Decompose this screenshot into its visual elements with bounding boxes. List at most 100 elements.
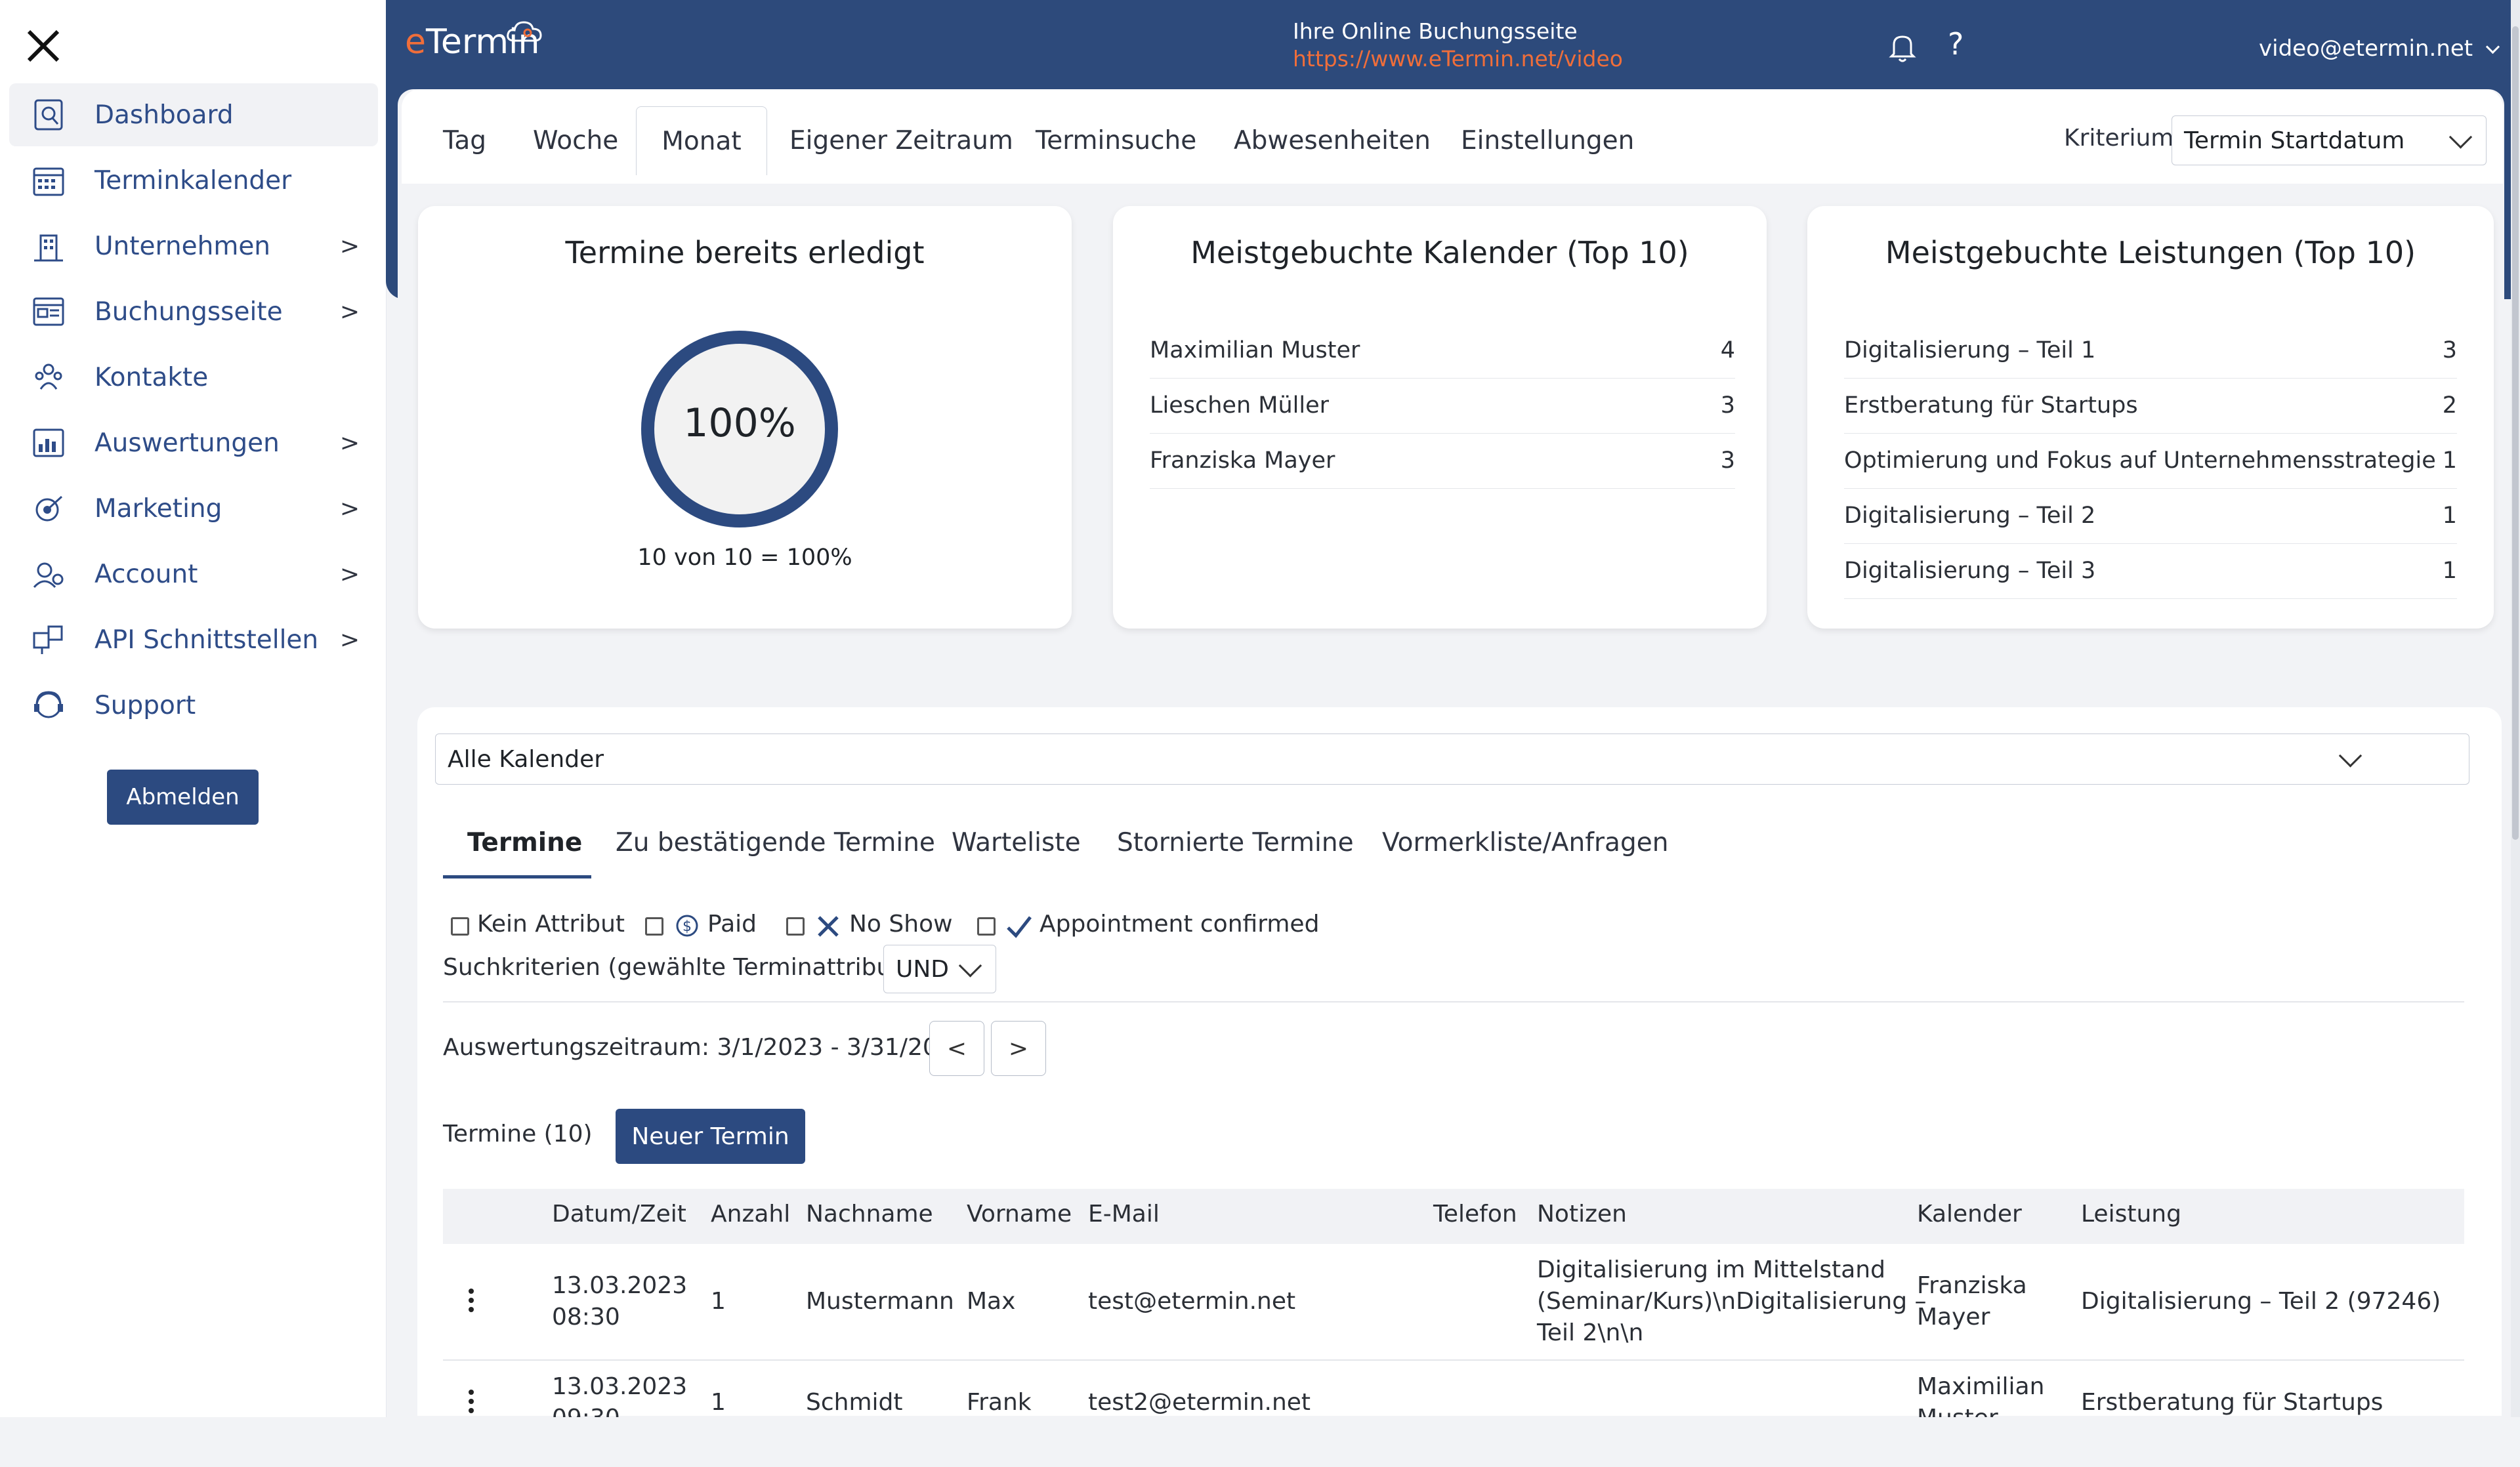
tab-warteliste[interactable]: Warteliste xyxy=(952,828,1081,857)
account-icon xyxy=(33,562,64,589)
brand-logo-e: e xyxy=(405,22,426,62)
tab-stornierte[interactable]: Stornierte Termine xyxy=(1117,828,1354,857)
col-datum[interactable]: Datum/Zeit xyxy=(552,1201,686,1228)
table-row[interactable]: 13.03.2023 09:30 1 Schmidt Frank test2@et… xyxy=(443,1361,2464,1417)
cell-lastname: Schmidt xyxy=(806,1389,903,1416)
sidebar-item-label: Kontakte xyxy=(94,362,209,392)
building-icon xyxy=(34,234,63,262)
list-item: Lieschen Müller 3 xyxy=(1150,378,1735,434)
item-name: Erstberatung für Startups xyxy=(1844,392,2138,419)
criteria-operator-value: UND xyxy=(896,955,949,983)
col-leistung[interactable]: Leistung xyxy=(2081,1201,2181,1228)
user-menu[interactable]: video@etermin.net xyxy=(2259,35,2500,62)
cell-email[interactable]: test2@etermin.net xyxy=(1088,1387,1311,1417)
sidebar-item-auswertungen[interactable]: Auswertungen > xyxy=(9,411,378,474)
tab-abwesenheiten[interactable]: Abwesenheiten xyxy=(1234,126,1431,155)
sidebar-item-label: Terminkalender xyxy=(94,165,292,196)
col-anzahl[interactable]: Anzahl xyxy=(711,1201,790,1228)
new-appointment-button[interactable]: Neuer Termin xyxy=(616,1109,805,1164)
sidebar-item-support[interactable]: Support xyxy=(9,674,378,737)
item-value: 3 xyxy=(2442,337,2457,363)
criterion-select[interactable]: Termin Startdatum xyxy=(2172,115,2487,165)
filter-kein-label: Kein Attribut xyxy=(477,911,625,938)
sidebar-item-unternehmen[interactable]: Unternehmen > xyxy=(9,215,378,278)
header-title: Ihre Online Buchungsseite xyxy=(1293,18,1578,44)
sidebar-item-buchungsseite[interactable]: Buchungsseite > xyxy=(9,280,378,343)
chevron-right-icon: > xyxy=(339,626,360,653)
cell-firstname: Max xyxy=(967,1288,1016,1315)
chevron-right-icon: > xyxy=(339,232,360,260)
sidebar-item-account[interactable]: Account > xyxy=(9,543,378,606)
user-email: video@etermin.net xyxy=(2259,35,2473,62)
filter-paid-checkbox[interactable] xyxy=(645,917,663,936)
list-item: Digitalisierung – Teil 1 3 xyxy=(1844,323,2457,379)
close-icon[interactable] xyxy=(24,26,63,66)
item-name: Maximilian Muster xyxy=(1150,337,1360,363)
card-title: Meistgebuchte Kalender (Top 10) xyxy=(1190,235,1689,270)
filter-confirmed-label: Appointment confirmed xyxy=(1040,911,1320,938)
sidebar-item-api[interactable]: API Schnittstellen > xyxy=(9,608,378,671)
list-item: Optimierung und Fokus auf Unternehmensst… xyxy=(1844,433,2457,489)
tab-monat[interactable]: Monat xyxy=(636,106,767,175)
filter-confirmed-checkbox[interactable] xyxy=(977,917,996,936)
prev-period-button[interactable]: < xyxy=(929,1021,984,1076)
tab-einstellungen[interactable]: Einstellungen xyxy=(1461,126,1634,155)
item-name: Digitalisierung – Teil 2 xyxy=(1844,503,2096,529)
tab-woche[interactable]: Woche xyxy=(533,126,618,155)
tab-eigener-zeitraum[interactable]: Eigener Zeitraum xyxy=(789,126,1013,155)
col-kalender[interactable]: Kalender xyxy=(1917,1201,2022,1228)
search-criteria-label: Suchkriterien (gewählte Terminattribute) xyxy=(443,954,925,981)
calendar-filter-select[interactable]: Alle Kalender xyxy=(435,734,2469,785)
sidebar-item-dashboard[interactable]: Dashboard xyxy=(9,83,378,146)
chevron-down-icon xyxy=(2448,125,2473,149)
booking-page-icon xyxy=(33,297,64,326)
filter-noshow-checkbox[interactable] xyxy=(786,917,805,936)
logout-button[interactable]: Abmelden xyxy=(107,770,259,825)
col-nachname[interactable]: Nachname xyxy=(806,1201,933,1228)
tab-termine[interactable]: Termine xyxy=(467,828,582,857)
cell-email[interactable]: test@etermin.net xyxy=(1088,1286,1295,1317)
cell-lastname: Mustermann xyxy=(806,1288,954,1315)
criteria-operator-select[interactable]: UND xyxy=(883,945,996,993)
col-telefon[interactable]: Telefon xyxy=(1433,1201,1517,1228)
col-vorname[interactable]: Vorname xyxy=(967,1201,1072,1228)
item-value: 3 xyxy=(1720,392,1735,419)
sidebar-item-terminkalender[interactable]: Terminkalender xyxy=(9,149,378,212)
item-name: Digitalisierung – Teil 1 xyxy=(1844,337,2096,363)
chevron-right-icon: > xyxy=(339,495,360,522)
filter-kein-checkbox[interactable] xyxy=(451,917,469,936)
bell-icon[interactable] xyxy=(1885,29,1920,64)
booking-page-link[interactable]: https://www.eTermin.net/video xyxy=(1293,46,1623,72)
sidebar-item-label: API Schnittstellen xyxy=(94,625,319,655)
cell-date-time: 09:30 xyxy=(552,1403,687,1417)
tab-vormerkliste[interactable]: Vormerkliste/Anfragen xyxy=(1382,828,1668,857)
col-notizen[interactable]: Notizen xyxy=(1537,1201,1627,1228)
page-scrollbar-thumb[interactable] xyxy=(2512,26,2519,840)
progress-percent: 100% xyxy=(683,400,796,446)
tab-terminsuche[interactable]: Terminsuche xyxy=(1036,126,1196,155)
criterion-label: Kriterium xyxy=(2064,125,2174,152)
cell-date-day: 13.03.2023 xyxy=(552,1272,688,1299)
marketing-icon xyxy=(35,495,63,522)
tab-tag[interactable]: Tag xyxy=(443,126,486,155)
help-icon[interactable]: ? xyxy=(1948,26,1964,62)
sidebar-item-label: Auswertungen xyxy=(94,428,280,458)
col-email[interactable]: E-Mail xyxy=(1088,1201,1160,1228)
row-menu-icon[interactable] xyxy=(468,1287,474,1313)
cell-notes: Digitalisierung im Mittelstand (Seminar/K… xyxy=(1537,1254,1927,1349)
row-menu-icon[interactable] xyxy=(468,1388,474,1415)
top-header xyxy=(386,0,2520,89)
list-item: Digitalisierung – Teil 3 1 xyxy=(1844,543,2457,599)
dollar-icon: $ xyxy=(676,915,698,937)
tab-zu-bestaetigende[interactable]: Zu bestätigende Termine xyxy=(616,828,935,857)
list-item: Maximilian Muster 4 xyxy=(1150,323,1735,379)
list-item: Franziska Mayer 3 xyxy=(1150,433,1735,489)
filter-paid-label: Paid xyxy=(707,911,757,938)
cell-date: 13.03.2023 08:30 xyxy=(552,1270,687,1333)
item-value: 3 xyxy=(1720,447,1735,474)
sidebar-item-marketing[interactable]: Marketing > xyxy=(9,477,378,540)
sidebar: Dashboard Terminkalender Unternehmen > B… xyxy=(0,0,387,1417)
active-tab-indicator xyxy=(443,875,591,878)
sidebar-item-kontakte[interactable]: Kontakte xyxy=(9,346,378,409)
next-period-button[interactable]: > xyxy=(991,1021,1046,1076)
